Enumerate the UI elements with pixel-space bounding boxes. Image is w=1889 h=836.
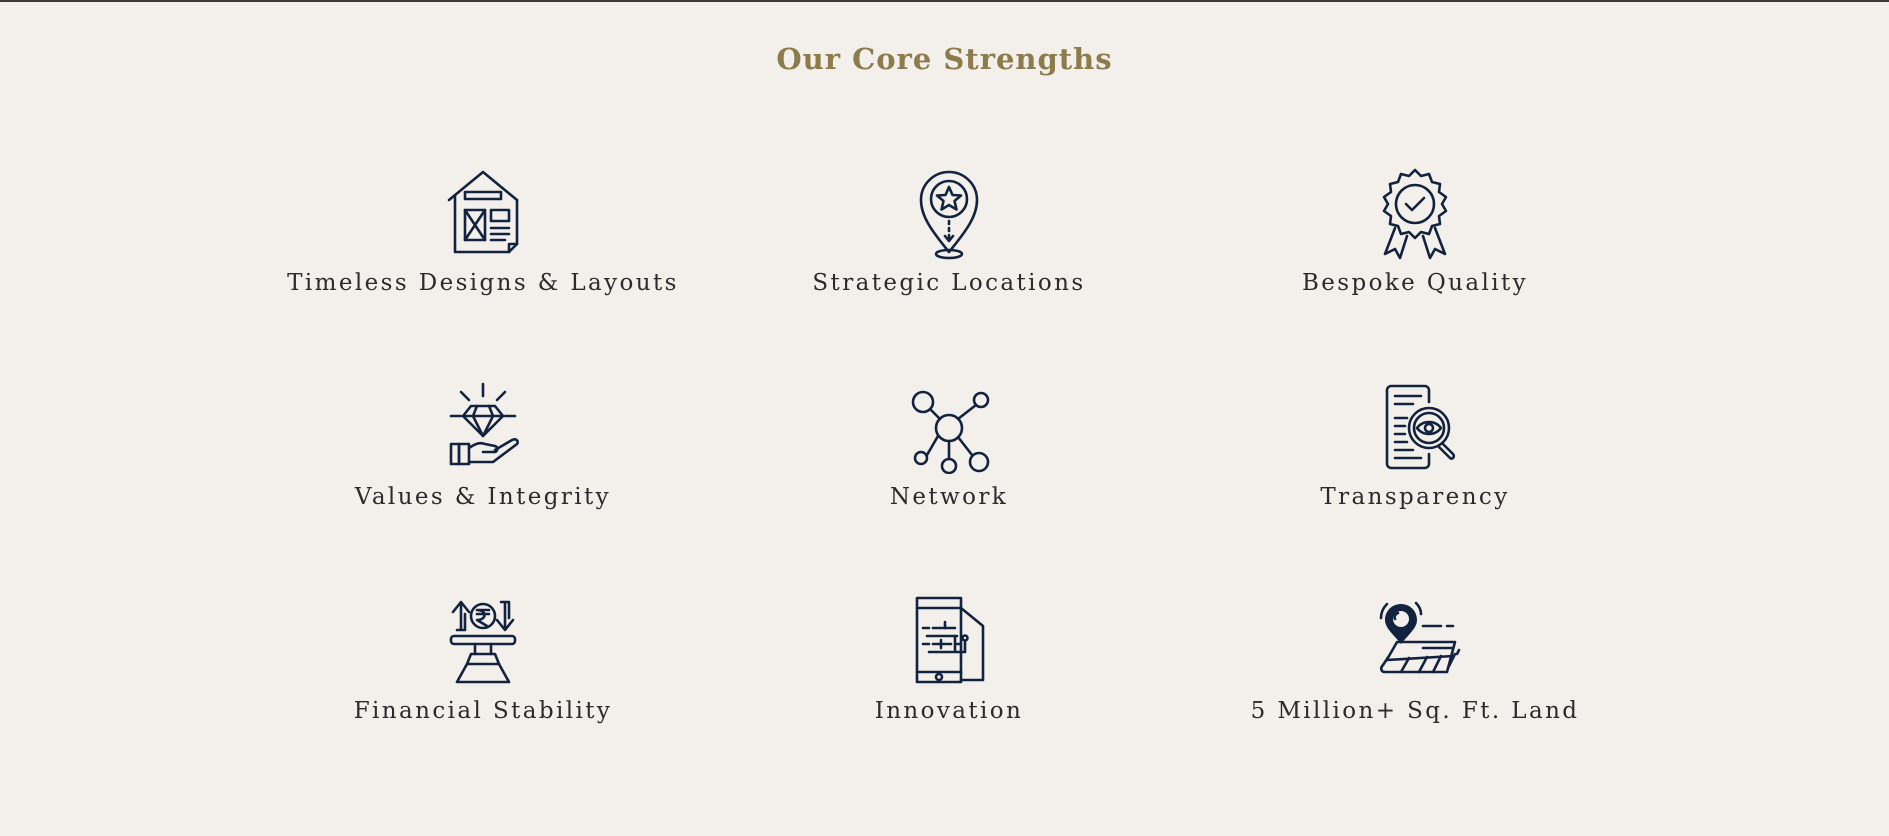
strength-item-strategic-locations: Strategic Locations <box>719 164 1179 296</box>
strength-label: Strategic Locations <box>812 270 1086 296</box>
network-nodes-icon <box>901 378 997 474</box>
smart-home-phone-icon <box>901 592 997 688</box>
quality-badge-icon <box>1367 164 1463 260</box>
location-pin-star-icon <box>901 164 997 260</box>
rupee-balance-icon <box>435 592 531 688</box>
strength-label: 5 Million+ Sq. Ft. Land <box>1250 698 1580 724</box>
strength-label: Innovation <box>874 698 1024 724</box>
strength-item-land: 5 Million+ Sq. Ft. Land <box>1185 592 1645 724</box>
strength-label: Timeless Designs & Layouts <box>287 270 679 296</box>
strength-item-innovation: Innovation <box>719 592 1179 724</box>
document-magnifier-eye-icon <box>1367 378 1463 474</box>
strength-label: Values & Integrity <box>354 484 612 510</box>
strength-label: Bespoke Quality <box>1301 270 1529 296</box>
strength-label: Financial Stability <box>353 698 613 724</box>
strength-item-network: Network <box>719 378 1179 510</box>
strength-label: Transparency <box>1320 484 1510 510</box>
house-blueprint-icon <box>435 164 531 260</box>
strength-item-values-integrity: Values & Integrity <box>253 378 713 510</box>
diamond-in-hand-icon <box>435 378 531 474</box>
strength-item-bespoke-quality: Bespoke Quality <box>1185 164 1645 296</box>
strength-item-financial-stability: Financial Stability <box>253 592 713 724</box>
core-strengths-grid: Timeless Designs & Layouts Strategic Loc… <box>0 0 1889 836</box>
strength-item-transparency: Transparency <box>1185 378 1645 510</box>
land-plot-pin-icon <box>1367 592 1463 688</box>
strength-item-timeless-designs: Timeless Designs & Layouts <box>253 164 713 296</box>
strength-label: Network <box>889 484 1009 510</box>
